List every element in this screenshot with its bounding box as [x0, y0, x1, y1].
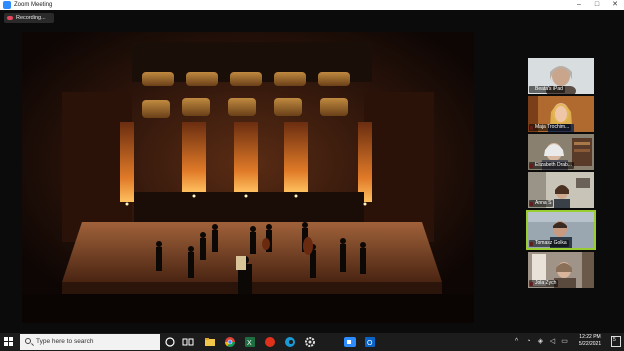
participant-name: Jola Zych	[529, 280, 559, 287]
cortana-icon[interactable]	[164, 336, 176, 348]
volume-icon[interactable]: ◁	[548, 337, 557, 346]
participant-tile[interactable]: Maja Trochim...	[528, 96, 594, 132]
search-placeholder: Type here to search	[36, 338, 94, 345]
participant-tile[interactable]: Anna S	[528, 172, 594, 208]
participant-tile[interactable]: Elizabeth Drab...	[528, 134, 594, 170]
notification-count: 5	[613, 337, 616, 343]
outlook-icon[interactable]: O	[364, 336, 376, 348]
concert-stage-image	[22, 32, 474, 323]
taskbar-clock[interactable]: 12:22 PM 5/22/2021	[572, 334, 608, 348]
chrome-icon[interactable]	[224, 336, 236, 348]
participant-tile-active-speaker[interactable]: Tomasz Golka	[526, 210, 596, 250]
participant-name: Beata's iPad	[529, 86, 565, 93]
participant-name: Maja Trochim...	[529, 124, 572, 131]
maximize-button[interactable]: □	[588, 0, 606, 10]
clock-time: 12:22 PM	[579, 334, 601, 340]
participant-name: Anna S	[529, 200, 554, 207]
participant-tile[interactable]: Jola Zych	[528, 252, 594, 288]
taskbar-search-box[interactable]: Type here to search	[20, 334, 160, 350]
close-button[interactable]: ✕	[606, 0, 624, 10]
acrobat-icon[interactable]	[264, 336, 276, 348]
clock-date: 5/22/2021	[578, 341, 602, 347]
minimize-button[interactable]: –	[570, 0, 588, 10]
excel-icon[interactable]: X	[244, 336, 256, 348]
keyboard-icon[interactable]: ▭	[560, 337, 569, 346]
settings-icon[interactable]	[304, 336, 316, 348]
task-view-icon[interactable]	[182, 336, 194, 348]
participant-name: Tomasz Golka	[529, 240, 569, 247]
title-bar: Zoom Meeting – □ ✕	[0, 0, 624, 10]
window-title: Zoom Meeting	[14, 2, 53, 8]
zoom-app-icon	[3, 1, 11, 9]
file-explorer-icon[interactable]	[204, 336, 216, 348]
cloud-recording-icon	[7, 16, 13, 20]
svg-text:O: O	[367, 340, 373, 347]
network-icon[interactable]: ◔	[524, 337, 533, 346]
participant-tile[interactable]: Beata's iPad	[528, 58, 594, 94]
windows-taskbar: Type here to search X O ^ ◔ ◈ ◁ ▭ 12:22 …	[0, 333, 624, 351]
zoom-icon[interactable]	[344, 336, 356, 348]
edge-icon[interactable]	[284, 336, 296, 348]
shared-video-concert	[22, 32, 474, 323]
svg-text:X: X	[247, 340, 252, 347]
show-hidden-icons-icon[interactable]: ^	[512, 337, 521, 346]
recording-indicator[interactable]: Recording...	[4, 13, 54, 23]
action-center-icon[interactable]: 5	[611, 336, 621, 347]
security-icon[interactable]: ◈	[536, 337, 545, 346]
meeting-area: Recording... Beata's iPad Maja Trochim..…	[0, 10, 624, 333]
participant-name: Elizabeth Drab...	[529, 162, 574, 169]
recording-label: Recording...	[16, 15, 46, 21]
search-icon	[25, 338, 31, 344]
windows-start-icon[interactable]	[4, 337, 14, 347]
